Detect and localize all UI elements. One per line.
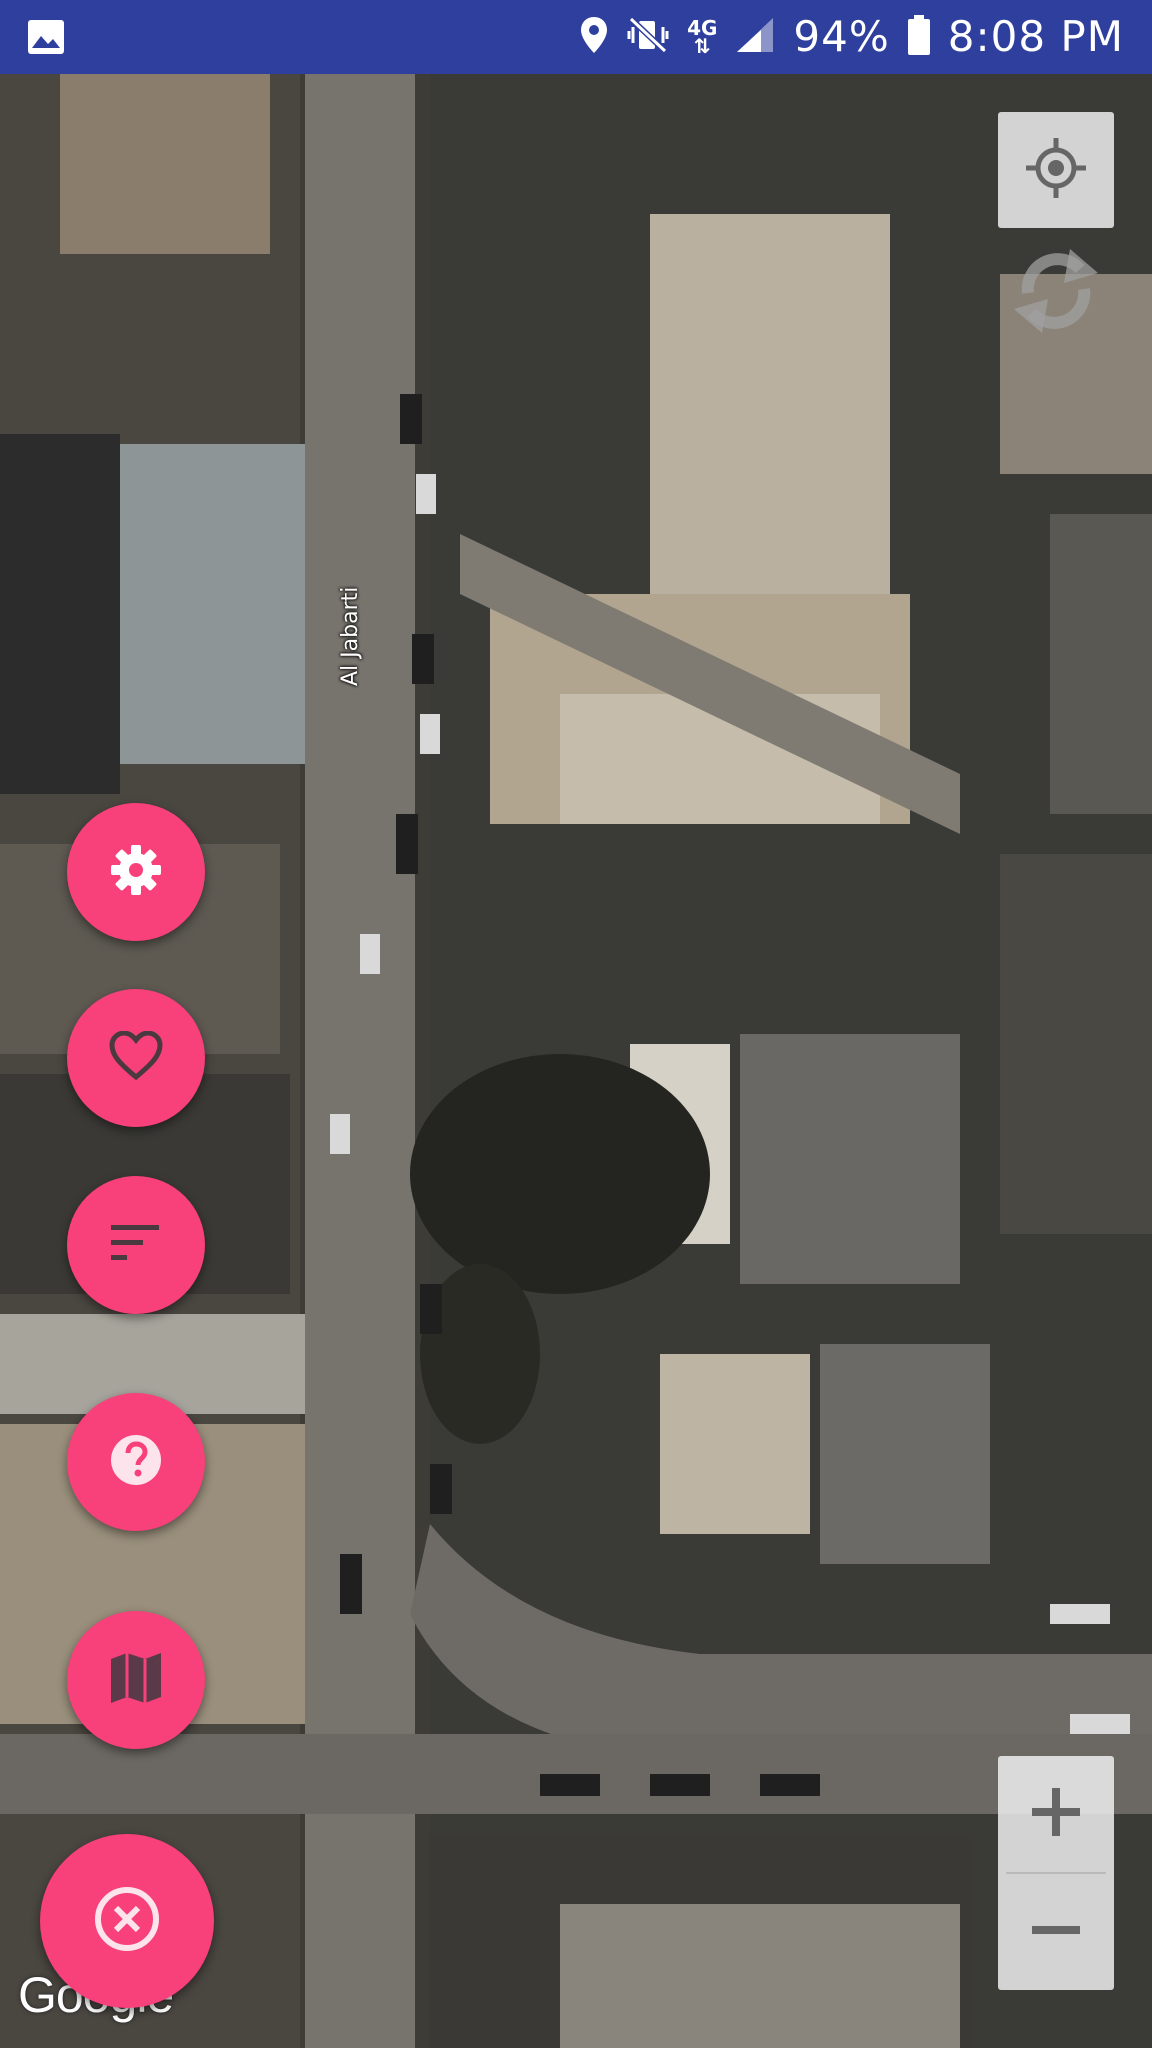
clock: 8:08 PM <box>947 12 1124 61</box>
favorites-fab[interactable] <box>67 989 205 1127</box>
help-fab[interactable] <box>67 1393 205 1531</box>
refresh-button[interactable] <box>998 232 1114 348</box>
sort-fab[interactable] <box>67 1176 205 1314</box>
help-icon <box>109 1433 163 1491</box>
vibrate-mute-icon <box>627 15 669 59</box>
location-pin-icon <box>579 15 609 59</box>
refresh-icon <box>1008 233 1104 347</box>
battery-percent: 94% <box>793 12 890 61</box>
close-circle-icon <box>94 1886 160 1956</box>
zoom-out-button[interactable] <box>998 1874 1114 1990</box>
heart-icon <box>109 1030 163 1085</box>
minus-icon <box>1028 1902 1084 1962</box>
gear-icon <box>109 843 163 901</box>
sort-icon <box>111 1225 161 1265</box>
my-location-button[interactable] <box>998 112 1114 228</box>
signal-icon <box>735 16 775 58</box>
zoom-in-button[interactable] <box>998 1756 1114 1872</box>
my-location-icon <box>1024 136 1088 204</box>
zoom-controls <box>998 1756 1114 1990</box>
map-icon <box>109 1651 163 1709</box>
settings-fab[interactable] <box>67 803 205 941</box>
image-icon <box>26 18 66 60</box>
street-label: Al Jabarti <box>338 586 363 686</box>
plus-icon <box>1028 1784 1084 1844</box>
map-type-fab[interactable] <box>67 1611 205 1749</box>
network-type: 4G ⇅ <box>687 16 718 58</box>
status-bar: 4G ⇅ 94% 8:08 PM <box>0 0 1152 74</box>
close-menu-fab[interactable] <box>40 1834 214 2008</box>
battery-icon <box>907 15 930 59</box>
